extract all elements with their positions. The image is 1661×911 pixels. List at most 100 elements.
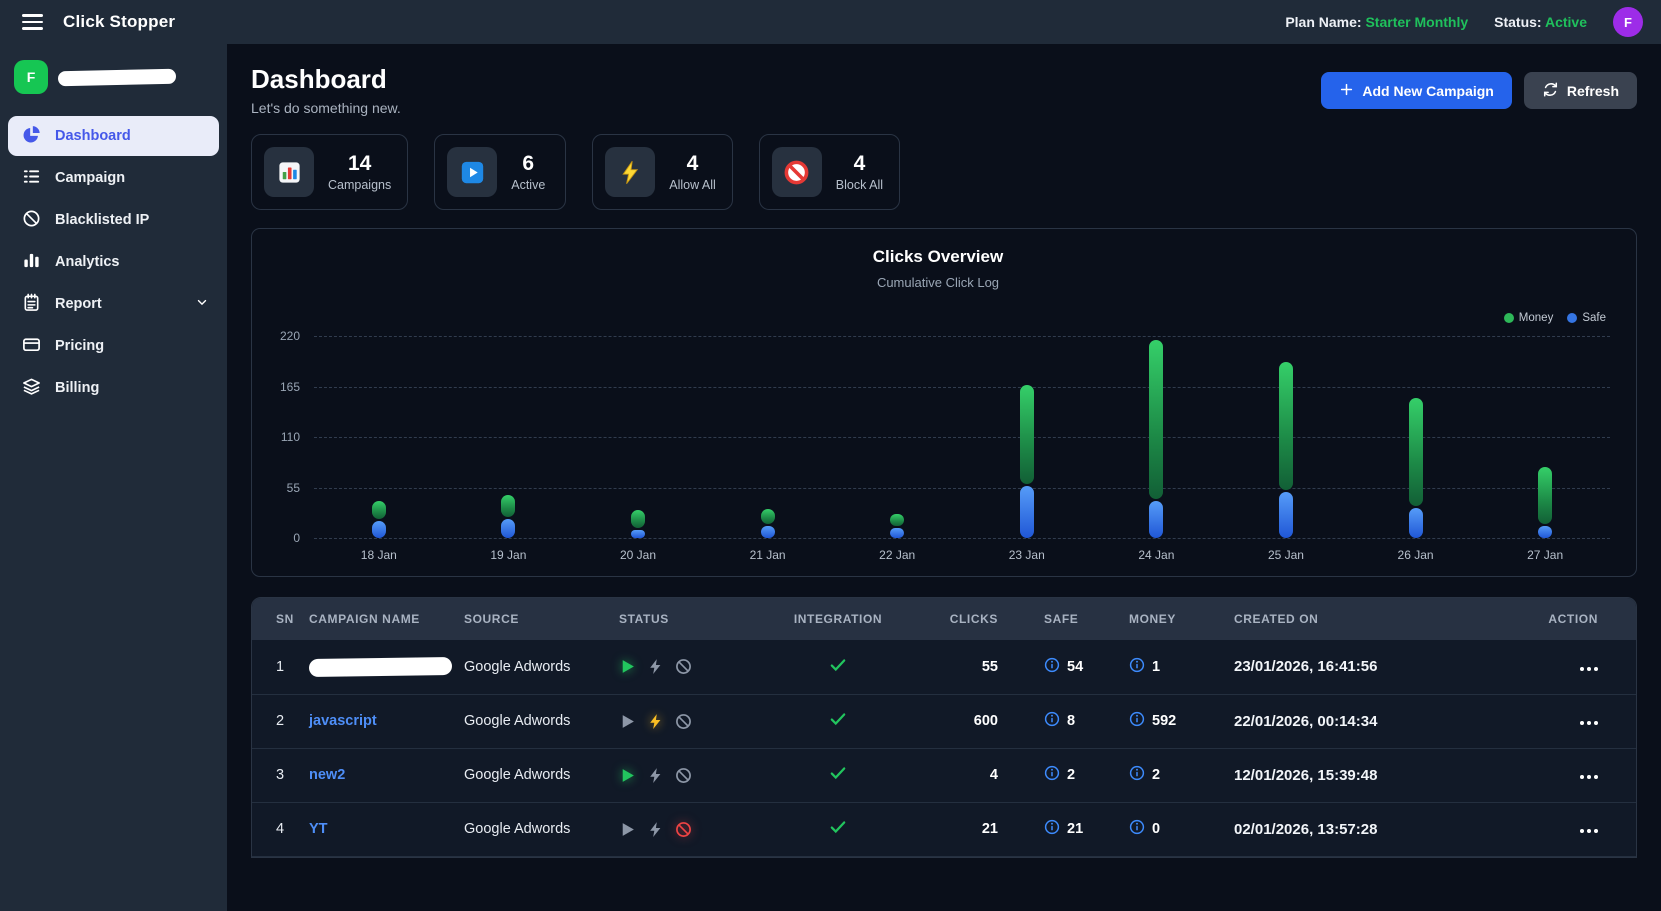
sidebar-item-label: Billing (55, 380, 99, 396)
sidebar-item-billing[interactable]: Billing (8, 368, 219, 408)
add-new-campaign-button[interactable]: Add New Campaign (1321, 72, 1511, 109)
redacted-username (58, 68, 176, 85)
more-options-icon[interactable] (1580, 775, 1598, 779)
chart-bars (314, 336, 1610, 538)
play-button-emoji-icon (447, 147, 497, 197)
money-cell: 1 (1129, 657, 1222, 677)
table-row: 4 YT Google Adwords 21 21 0 02/01/2026, … (252, 802, 1636, 856)
money-bar-segment (890, 514, 904, 526)
legend-dot (1504, 313, 1514, 323)
sidebar-item-report[interactable]: Report (8, 284, 219, 324)
info-icon[interactable] (1129, 819, 1145, 839)
lightning-bolt-icon[interactable] (647, 658, 664, 675)
sidebar-item-dashboard[interactable]: Dashboard (8, 116, 219, 156)
x-axis-label: 19 Jan (444, 548, 574, 562)
stat-value: 14 (328, 152, 391, 176)
sidebar-item-label: Dashboard (55, 128, 131, 144)
money-bar-segment (1020, 385, 1034, 484)
hamburger-menu-icon[interactable] (22, 14, 43, 30)
bar-chart-emoji-icon (264, 147, 314, 197)
source-cell: Google Adwords (452, 802, 607, 856)
more-options-icon[interactable] (1580, 721, 1598, 725)
block-icon[interactable] (675, 821, 692, 838)
clicks-cell: 21 (927, 802, 1032, 856)
bar-group (832, 336, 962, 538)
layers-icon (22, 377, 41, 400)
sidebar: F Dashboard Campaign Blacklisted IP (0, 44, 227, 911)
safe-bar-segment (501, 519, 515, 538)
refresh-label: Refresh (1567, 83, 1619, 99)
info-icon[interactable] (1044, 765, 1060, 785)
sidebar-item-analytics[interactable]: Analytics (8, 242, 219, 282)
safe-bar-segment (1538, 526, 1552, 538)
info-icon[interactable] (1044, 711, 1060, 731)
column-header-money: MONEY (1117, 598, 1222, 640)
sidebar-user-avatar: F (14, 60, 48, 94)
money-bar-segment (1409, 398, 1423, 505)
info-icon[interactable] (1129, 711, 1145, 731)
bar-group (1480, 336, 1610, 538)
lightning-bolt-icon[interactable] (647, 821, 664, 838)
campaign-name-link[interactable]: javascript (309, 713, 377, 729)
block-icon[interactable] (675, 713, 692, 730)
money-bar-segment (1538, 467, 1552, 524)
block-icon[interactable] (675, 658, 692, 675)
lightning-bolt-icon[interactable] (647, 767, 664, 784)
play-icon[interactable] (619, 767, 636, 784)
stat-label: Block All (836, 178, 883, 192)
money-bar-segment (501, 495, 515, 517)
legend-item: Safe (1567, 312, 1606, 324)
source-cell: Google Adwords (452, 640, 607, 694)
stat-card-campaigns: 14 Campaigns (251, 134, 408, 210)
created-on-cell: 22/01/2026, 00:14:34 (1222, 694, 1402, 748)
topbar: Click Stopper Plan Name: Starter Monthly… (0, 0, 1661, 44)
integration-cell (737, 748, 927, 802)
info-icon[interactable] (1044, 819, 1060, 839)
bar-chart-icon (22, 251, 41, 274)
created-on-cell: 02/01/2026, 13:57:28 (1222, 802, 1402, 856)
lightning-bolt-icon[interactable] (647, 713, 664, 730)
created-on-cell: 12/01/2026, 15:39:48 (1222, 748, 1402, 802)
check-icon (829, 770, 847, 786)
x-axis-label: 25 Jan (1221, 548, 1351, 562)
legend-item: Money (1504, 312, 1554, 324)
campaigns-table: SN CAMPAIGN NAME SOURCE STATUS INTEGRATI… (251, 597, 1637, 858)
play-icon[interactable] (619, 658, 636, 675)
info-icon[interactable] (1129, 765, 1145, 785)
sidebar-item-pricing[interactable]: Pricing (8, 326, 219, 366)
chart-title: Clicks Overview (266, 247, 1610, 267)
block-icon[interactable] (675, 767, 692, 784)
sidebar-item-blacklisted-ip[interactable]: Blacklisted IP (8, 200, 219, 240)
plan-name: Plan Name: Starter Monthly (1285, 14, 1468, 30)
integration-cell (737, 640, 927, 694)
money-bar-segment (631, 510, 645, 527)
play-icon[interactable] (619, 713, 636, 730)
sidebar-item-campaign[interactable]: Campaign (8, 158, 219, 198)
refresh-icon (1542, 81, 1559, 101)
y-axis-tick: 110 (281, 430, 300, 444)
refresh-button[interactable]: Refresh (1524, 72, 1637, 109)
campaign-name-link[interactable]: YT (309, 821, 328, 837)
page-subtitle: Let's do something new. (251, 100, 401, 116)
bar-group (1221, 336, 1351, 538)
add-new-campaign-label: Add New Campaign (1362, 83, 1493, 99)
bar-group (703, 336, 833, 538)
lightning-emoji-icon (605, 147, 655, 197)
plan-status-label: Status: (1494, 14, 1541, 30)
play-icon[interactable] (619, 821, 636, 838)
check-icon (829, 716, 847, 732)
money-bar-segment (1279, 362, 1293, 491)
created-on-cell: 23/01/2026, 16:41:56 (1222, 640, 1402, 694)
safe-cell: 54 (1044, 657, 1117, 677)
bar-group (314, 336, 444, 538)
stat-value: 6 (511, 152, 545, 176)
user-avatar[interactable]: F (1613, 7, 1643, 37)
info-icon[interactable] (1044, 657, 1060, 677)
campaign-name-link[interactable]: new2 (309, 767, 345, 783)
more-options-icon[interactable] (1580, 829, 1598, 833)
more-options-icon[interactable] (1580, 667, 1598, 671)
x-axis-label: 22 Jan (832, 548, 962, 562)
money-bar-segment (761, 509, 775, 524)
info-icon[interactable] (1129, 657, 1145, 677)
stat-card-allow-all: 4 Allow All (592, 134, 733, 210)
